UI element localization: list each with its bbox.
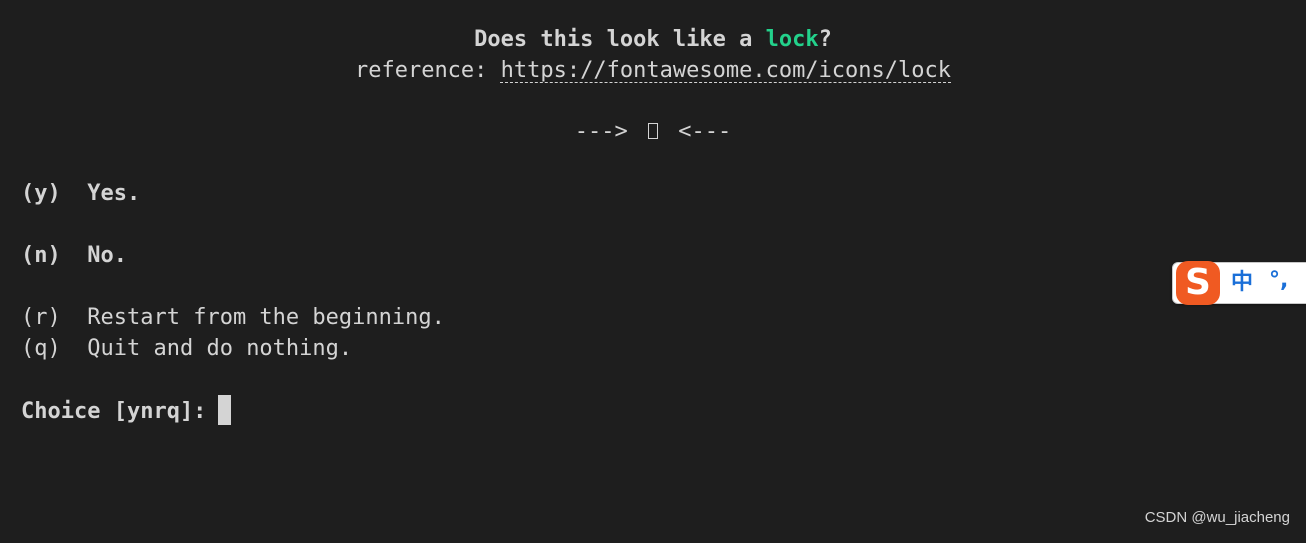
option-quit: (q) Quit and do nothing. — [21, 333, 352, 364]
option-key: (y) — [21, 181, 61, 206]
option-label: Restart from the beginning. — [87, 305, 445, 330]
option-key: (r) — [21, 305, 61, 330]
sogou-logo-icon[interactable]: S — [1176, 261, 1220, 305]
ime-punctuation-toggle[interactable]: °, — [1269, 268, 1288, 294]
ime-mode-toggle[interactable]: 中 — [1231, 270, 1253, 296]
icon-preview: ---> <--- — [0, 116, 1306, 147]
reference-label: reference: — [354, 58, 501, 83]
text-cursor[interactable] — [218, 395, 232, 425]
ime-toolbar[interactable]: S 中 °, — [1172, 261, 1306, 305]
reference-link[interactable]: https://fontawesome.com/icons/lock — [501, 58, 951, 83]
option-key: (q) — [21, 336, 61, 361]
terminal-window[interactable]: Does this look like a lock? reference: h… — [0, 0, 1306, 543]
option-label: Quit and do nothing. — [87, 336, 353, 361]
choice-prompt: Choice [ynrq]: — [21, 399, 207, 424]
title-icon-name: lock — [765, 27, 819, 52]
option-label: Yes. — [87, 181, 141, 206]
title-suffix: ? — [818, 27, 832, 52]
option-no: (n) No. — [21, 240, 127, 271]
option-restart: (r) Restart from the beginning. — [21, 302, 445, 333]
option-key: (n) — [21, 243, 61, 268]
option-label: No. — [87, 243, 127, 268]
right-arrow: <--- — [678, 119, 732, 144]
title-prefix: Does this look like a — [474, 27, 766, 52]
reference-line: reference: https://fontawesome.com/icons… — [0, 55, 1306, 86]
option-yes: (y) Yes. — [21, 178, 140, 209]
watermark: CSDN @wu_jiacheng — [1144, 509, 1290, 526]
lock-icon — [648, 123, 658, 139]
prompt-title: Does this look like a lock? — [0, 24, 1306, 55]
choice-prompt-line: Choice [ynrq]: — [21, 395, 232, 427]
left-arrow: ---> — [574, 119, 628, 144]
